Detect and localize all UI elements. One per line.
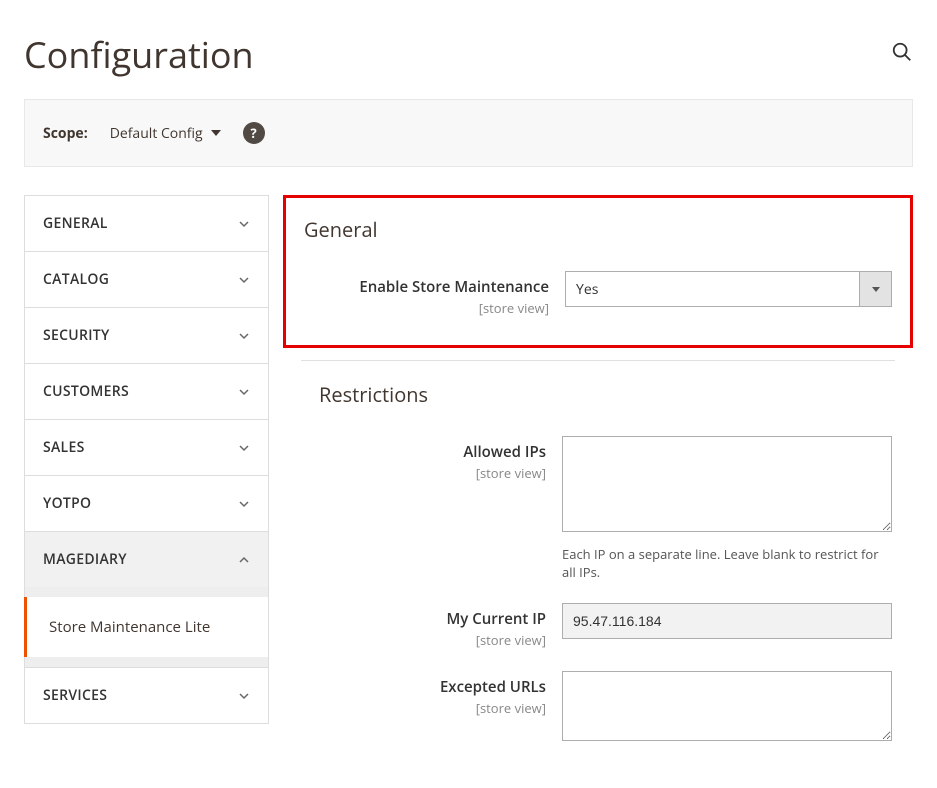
sidebar-item-label: SECURITY: [43, 326, 110, 345]
sidebar-item-customers[interactable]: CUSTOMERS: [24, 363, 269, 419]
page-title: Configuration: [24, 30, 254, 79]
chevron-up-icon: [238, 554, 250, 566]
field-label: Excepted URLs: [301, 677, 546, 697]
general-section-highlight: General Enable Store Maintenance [store …: [283, 195, 913, 348]
sidebar-spacer: [24, 657, 269, 667]
search-icon: [891, 41, 913, 63]
enable-maintenance-select[interactable]: Yes: [565, 271, 892, 307]
field-label: My Current IP: [301, 609, 546, 629]
sidebar-item-label: CATALOG: [43, 270, 109, 289]
section-heading-general: General: [304, 216, 892, 243]
sidebar-item-general[interactable]: GENERAL: [24, 195, 269, 251]
sidebar-item-label: GENERAL: [43, 214, 108, 233]
scope-label: Scope:: [43, 124, 88, 143]
excepted-urls-textarea[interactable]: [562, 671, 892, 741]
field-scope: [store view]: [301, 464, 546, 482]
section-heading-restrictions: Restrictions: [301, 360, 895, 436]
chevron-down-icon: [238, 498, 250, 510]
current-ip-input[interactable]: [562, 603, 892, 639]
chevron-down-icon: [238, 218, 250, 230]
select-value: Yes: [566, 272, 859, 306]
field-help: Each IP on a separate line. Leave blank …: [562, 545, 892, 581]
sidebar-item-services[interactable]: SERVICES: [24, 667, 269, 724]
sidebar: GENERAL CATALOG SECURITY CUSTOMERS SALES…: [24, 195, 269, 768]
chevron-down-icon: [238, 386, 250, 398]
search-button[interactable]: [891, 41, 913, 68]
field-row-excepted-urls: Excepted URLs [store view]: [283, 671, 913, 768]
field-scope: [store view]: [301, 699, 546, 717]
sidebar-item-label: SERVICES: [43, 686, 107, 705]
field-row-allowed-ips: Allowed IPs [store view] Each IP on a se…: [283, 436, 913, 603]
field-row-current-ip: My Current IP [store view]: [283, 603, 913, 671]
help-icon[interactable]: ?: [243, 122, 265, 144]
scope-bar: Scope: Default Config ?: [24, 99, 913, 167]
sidebar-item-label: YOTPO: [43, 494, 91, 513]
sidebar-item-label: SALES: [43, 438, 85, 457]
chevron-down-icon: [238, 274, 250, 286]
content-area: General Enable Store Maintenance [store …: [283, 195, 913, 768]
sidebar-spacer: [24, 587, 269, 597]
sidebar-item-sales[interactable]: SALES: [24, 419, 269, 475]
allowed-ips-textarea[interactable]: [562, 436, 892, 532]
dropdown-triangle-icon: [211, 130, 221, 136]
scope-dropdown[interactable]: Default Config: [110, 124, 221, 143]
scope-value: Default Config: [110, 124, 203, 143]
chevron-down-icon: [238, 690, 250, 702]
sidebar-subitem-store-maintenance[interactable]: Store Maintenance Lite: [24, 597, 269, 657]
sidebar-item-magediary[interactable]: MAGEDIARY: [24, 531, 269, 587]
sidebar-subitem-label: Store Maintenance Lite: [49, 617, 210, 637]
dropdown-triangle-icon: [872, 287, 880, 292]
field-scope: [store view]: [301, 631, 546, 649]
field-label: Allowed IPs: [301, 442, 546, 462]
field-label: Enable Store Maintenance: [304, 277, 549, 297]
field-scope: [store view]: [304, 299, 549, 317]
chevron-down-icon: [238, 442, 250, 454]
sidebar-item-label: MAGEDIARY: [43, 550, 127, 569]
select-handle: [859, 272, 891, 306]
sidebar-item-yotpo[interactable]: YOTPO: [24, 475, 269, 531]
sidebar-item-catalog[interactable]: CATALOG: [24, 251, 269, 307]
chevron-down-icon: [238, 330, 250, 342]
sidebar-item-label: CUSTOMERS: [43, 382, 129, 401]
sidebar-item-security[interactable]: SECURITY: [24, 307, 269, 363]
field-row-enable-maintenance: Enable Store Maintenance [store view] Ye…: [304, 271, 892, 317]
